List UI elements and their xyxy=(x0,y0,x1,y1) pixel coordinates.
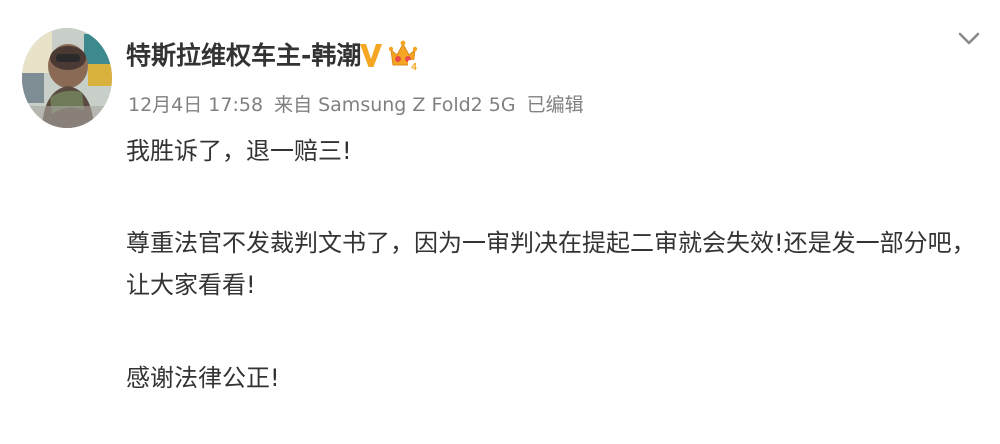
verified-v-icon[interactable] xyxy=(358,41,384,69)
post-meta: 12月4日 17:58 来自 Samsung Z Fold2 5G 已编辑 xyxy=(128,92,584,118)
avatar-photo xyxy=(22,28,112,128)
post-text-line: 尊重法官不发裁判文书了，因为一审判决在提起二审就会失效!还是发一部分吧， xyxy=(126,229,976,257)
post-text-line: 感谢法律公正! xyxy=(126,364,280,392)
username[interactable]: 特斯拉维权车主-韩潮 xyxy=(126,38,361,74)
post-date[interactable]: 12月4日 17:58 xyxy=(128,94,263,116)
chevron-down-icon[interactable] xyxy=(956,29,982,49)
post-text-line: 让大家看看! xyxy=(126,271,256,299)
crown-level-icon[interactable]: 4 xyxy=(388,38,420,72)
avatar[interactable] xyxy=(22,28,112,128)
svg-text:4: 4 xyxy=(411,62,417,72)
post-source: 来自 Samsung Z Fold2 5G xyxy=(274,94,516,116)
edited-label[interactable]: 已编辑 xyxy=(527,94,584,116)
weibo-post: 特斯拉维权车主-韩潮 4 12月4日 17:58 来自 Samsung Z Fol… xyxy=(0,0,1000,444)
post-text-line: 我胜诉了，退一赔三! xyxy=(126,137,352,165)
